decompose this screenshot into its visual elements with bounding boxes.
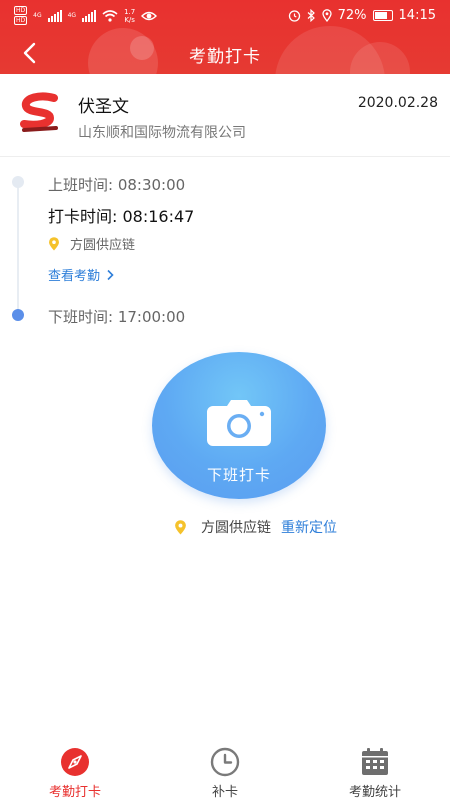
timeline-dot-start [12, 176, 24, 188]
timeline-line [17, 181, 19, 313]
bluetooth-icon [307, 9, 315, 22]
tab-label: 补卡 [211, 785, 238, 800]
tab-label: 考勤统计 [348, 785, 401, 800]
status-bar: HD HD 4G 4G 1.7 K/s 72% 14:15 [0, 0, 450, 32]
clock-icon [210, 747, 240, 777]
network-speed-value: 1.7 [124, 7, 136, 16]
location-icon [321, 9, 332, 22]
battery-percent: 72% [337, 8, 367, 23]
tab-label: 考勤打卡 [48, 785, 101, 800]
checkin-location: 方圆供应链 [70, 238, 136, 253]
sim1-badge: HD [14, 6, 28, 15]
signal-icon [47, 9, 62, 22]
current-location: 方圆供应链 [201, 520, 271, 536]
clock-time: 14:15 [398, 8, 436, 23]
chevron-right-icon [107, 269, 114, 280]
tab-makeup-punch[interactable]: 补卡 [150, 744, 300, 800]
page-title: 考勤打卡 [189, 47, 261, 67]
company-logo [20, 92, 58, 132]
clock-out-label: 下班打卡 [206, 466, 271, 484]
location-pin-icon [175, 519, 186, 534]
alarm-icon [288, 10, 300, 22]
compass-icon [61, 748, 89, 776]
calendar-icon [362, 748, 388, 775]
view-attendance-link[interactable]: 查看考勤 [48, 265, 114, 284]
view-attendance-label: 查看考勤 [48, 269, 101, 284]
current-location-row: 方圆供应链 重新定位 [174, 517, 337, 537]
signal-icon [82, 9, 97, 22]
network-type-1: 4G [33, 12, 42, 19]
bottom-tab-bar: 考勤打卡 补卡 考勤统计 [0, 740, 450, 800]
tab-attendance-stats[interactable]: 考勤统计 [300, 744, 450, 800]
checkin-location-row: 方圆供应链 [48, 234, 135, 253]
relocate-link[interactable]: 重新定位 [281, 517, 337, 537]
eye-icon [141, 11, 158, 20]
network-type-2: 4G [67, 12, 77, 19]
title-bar: 考勤打卡 [0, 32, 450, 74]
clock-out-button[interactable]: 下班打卡 [152, 352, 326, 499]
location-pin-icon [49, 236, 59, 250]
sim2-badge: HD [14, 16, 28, 25]
wifi-icon [102, 9, 118, 22]
work-start-time: 上班时间: 08:30:00 [48, 176, 186, 194]
timeline-dot-end [12, 309, 24, 321]
camera-icon [207, 400, 271, 446]
network-speed-unit: K/s [124, 15, 135, 24]
company-name: 山东顺和国际物流有限公司 [78, 125, 246, 141]
current-date: 2020.02.28 [357, 95, 438, 111]
checkin-time: 打卡时间: 08:16:47 [48, 207, 195, 226]
tab-attendance-punch[interactable]: 考勤打卡 [0, 744, 150, 800]
battery-icon [372, 10, 393, 21]
app-header: HD HD 4G 4G 1.7 K/s 72% 14:15 考勤打卡 [0, 0, 450, 74]
user-name: 伏圣文 [78, 97, 129, 117]
work-end-time: 下班时间: 17:00:00 [48, 308, 186, 326]
user-profile-card: 伏圣文 山东顺和国际物流有限公司 2020.02.28 [0, 74, 450, 157]
